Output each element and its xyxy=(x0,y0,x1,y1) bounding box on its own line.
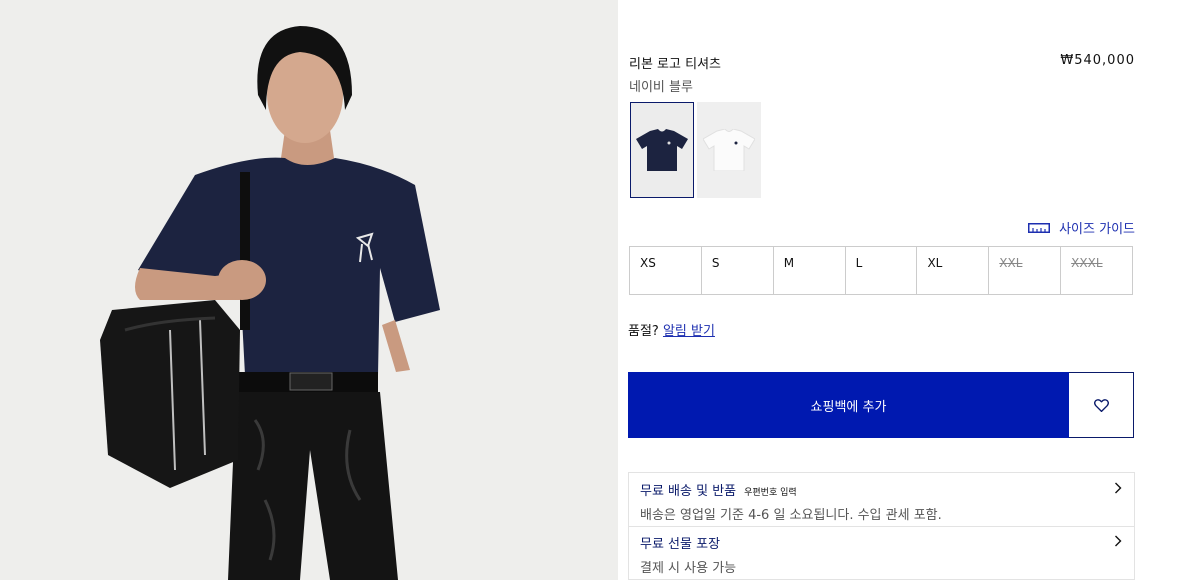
size-option-s[interactable]: S xyxy=(702,247,774,294)
chevron-right-icon xyxy=(1115,535,1122,547)
shipping-info-row[interactable]: 무료 배송 및 반품 우편번호 입력 배송은 영업일 기준 4-6 일 소요됩니… xyxy=(628,472,1135,527)
chevron-right-icon xyxy=(1115,482,1122,494)
size-guide-link[interactable]: 사이즈 가이드 xyxy=(1028,218,1135,237)
size-option-xxl[interactable]: XXL xyxy=(989,247,1062,294)
notify-me-link[interactable]: 알림 받기 xyxy=(663,324,715,339)
shipping-title: 무료 배송 및 반품 xyxy=(640,484,737,499)
shipping-description: 배송은 영업일 기준 4-6 일 소요됩니다. 수입 관세 포함. xyxy=(640,508,942,523)
product-image xyxy=(0,0,618,580)
swatch-navy[interactable] xyxy=(630,102,694,198)
color-name: 네이비 블루 xyxy=(629,80,693,95)
sold-out-notify: 품절? 알림 받기 xyxy=(628,320,715,339)
product-title: 리본 로고 티셔츠 xyxy=(629,57,721,72)
gift-wrap-row[interactable]: 무료 선물 포장 결제 시 사용 가능 xyxy=(628,526,1135,580)
size-option-m[interactable]: M xyxy=(774,247,846,294)
tshirt-navy-thumbnail xyxy=(636,129,688,171)
size-option-xs[interactable]: XS xyxy=(630,247,702,294)
color-swatches xyxy=(630,102,761,198)
ruler-icon xyxy=(1028,222,1051,233)
product-details-panel: 리본 로고 티셔츠 ₩540,000 네이비 블루 사이즈 가이드 XS S M… xyxy=(628,0,1135,580)
size-option-l[interactable]: L xyxy=(846,247,918,294)
model-illustration xyxy=(100,26,440,580)
add-to-bag-button[interactable]: 쇼핑백에 추가 xyxy=(628,372,1069,438)
heart-icon xyxy=(1093,398,1109,412)
product-price: ₩540,000 xyxy=(1060,53,1135,68)
postcode-entry[interactable]: 우편번호 입력 xyxy=(744,485,797,498)
sold-out-label: 품절? xyxy=(628,324,659,339)
size-guide-label: 사이즈 가이드 xyxy=(1059,222,1135,237)
tshirt-white-thumbnail xyxy=(703,129,755,171)
gift-wrap-description: 결제 시 사용 가능 xyxy=(640,561,737,576)
wishlist-button[interactable] xyxy=(1069,372,1134,438)
swatch-white[interactable] xyxy=(697,102,761,198)
purchase-actions: 쇼핑백에 추가 xyxy=(628,372,1134,438)
size-option-xl[interactable]: XL xyxy=(917,247,990,294)
size-option-xxxl[interactable]: XXXL xyxy=(1061,247,1132,294)
gift-wrap-title: 무료 선물 포장 xyxy=(640,537,721,552)
size-selector: XS S M L XL XXL XXXL xyxy=(629,246,1133,295)
